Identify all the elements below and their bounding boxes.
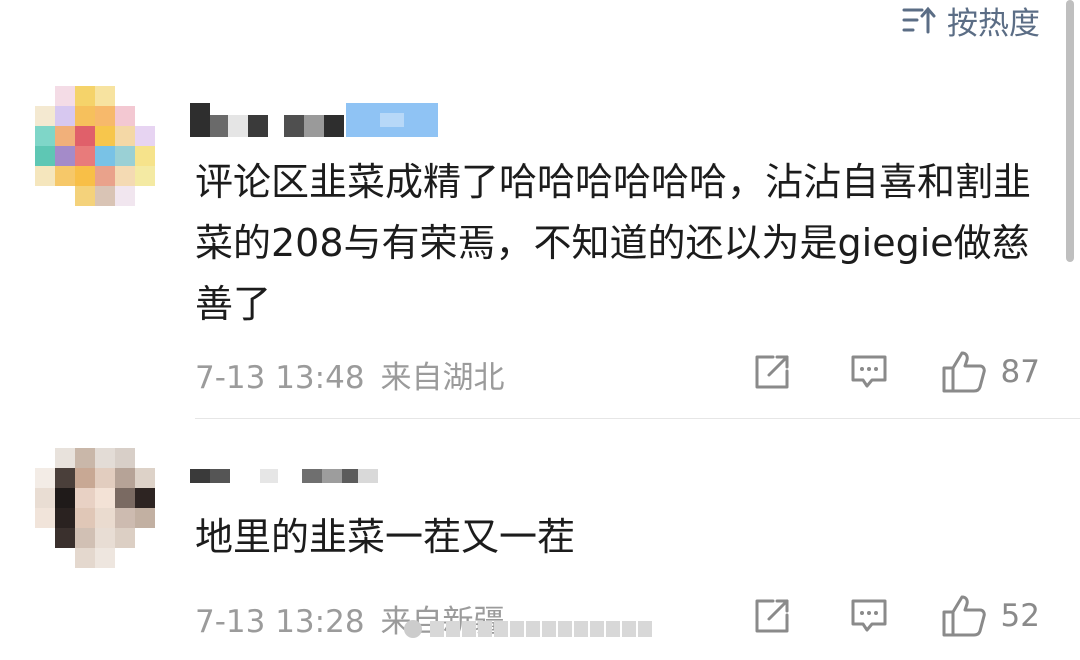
- share-button[interactable]: [753, 353, 791, 391]
- like-button[interactable]: 87: [941, 350, 1040, 394]
- like-button[interactable]: 52: [941, 594, 1040, 638]
- reply-button[interactable]: [849, 597, 889, 635]
- share-icon: [755, 599, 789, 633]
- comment-text: 地里的韭菜一茬又一茬: [195, 515, 576, 559]
- thumbs-up-icon: [942, 351, 986, 393]
- watermark: [404, 620, 652, 638]
- avatar[interactable]: [35, 448, 155, 568]
- reply-button[interactable]: [849, 353, 889, 391]
- comment-actions: 52: [753, 594, 1040, 638]
- share-icon: [755, 355, 789, 389]
- comment-meta: 7-13 13:48 来自湖北: [195, 352, 505, 397]
- user-badge: [346, 103, 438, 137]
- like-count: 87: [1000, 354, 1040, 390]
- username[interactable]: [190, 466, 378, 486]
- thumbs-up-icon: [942, 595, 986, 637]
- username[interactable]: [190, 103, 344, 137]
- comment-icon: [851, 355, 887, 388]
- divider: [195, 418, 1080, 419]
- share-button[interactable]: [753, 597, 791, 635]
- comment-icon: [851, 599, 887, 632]
- avatar[interactable]: [35, 86, 155, 206]
- like-count: 52: [1000, 598, 1040, 634]
- comment-time: 7-13 13:28: [195, 604, 365, 640]
- comment-text: 评论区韭菜成精了哈哈哈哈哈哈，沾沾自喜和割韭菜的208与有荣焉，不知道的还以为是…: [195, 160, 1032, 326]
- comment-item: 评论区韭菜成精了哈哈哈哈哈哈，沾沾自喜和割韭菜的208与有荣焉，不知道的还以为是…: [0, 0, 1080, 420]
- comment-actions: 87: [753, 350, 1040, 394]
- comment-time: 7-13 13:48: [195, 360, 365, 396]
- comment-location: 来自湖北: [380, 360, 505, 396]
